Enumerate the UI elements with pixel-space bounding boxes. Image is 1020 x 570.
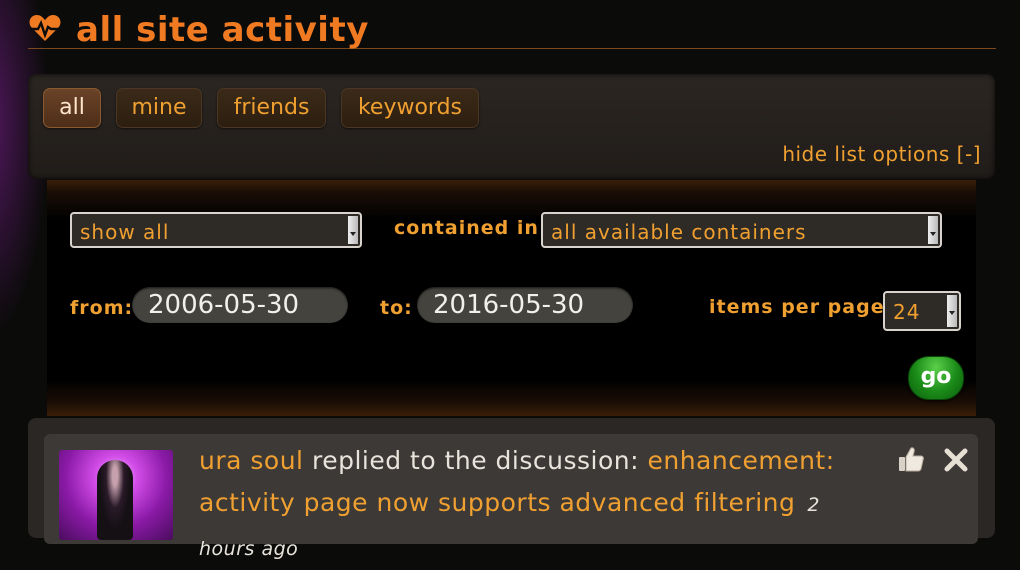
tab-mine[interactable]: mine xyxy=(116,88,202,128)
show-select[interactable]: show all xyxy=(70,212,362,248)
thumbs-up-icon[interactable] xyxy=(896,444,926,474)
page-title: all site activity xyxy=(76,10,369,50)
to-label: to: xyxy=(380,297,413,319)
contained-in-select[interactable]: all available containers xyxy=(541,212,942,248)
chevron-down-icon xyxy=(947,295,957,327)
items-per-page-value: 24 xyxy=(893,300,921,324)
go-button[interactable]: go xyxy=(908,356,964,400)
list-options-panel: all mine friends keywords hide list opti… xyxy=(28,74,995,179)
filter-box: show all contained in: all available con… xyxy=(47,180,976,416)
hide-list-options-link[interactable]: hide list options [-] xyxy=(782,142,981,166)
to-date-input[interactable]: 2016-05-30 xyxy=(417,287,633,323)
activity-text: ura soul replied to the discussion: enha… xyxy=(199,440,879,570)
tab-friends[interactable]: friends xyxy=(217,88,326,128)
page-header: all site activity xyxy=(28,6,996,50)
activity-item: ura soul replied to the discussion: enha… xyxy=(44,434,978,560)
items-per-page-label: items per page: xyxy=(709,296,894,318)
activity-list: ura soul replied to the discussion: enha… xyxy=(28,418,995,560)
tab-keywords[interactable]: keywords xyxy=(341,88,479,128)
contained-in-label: contained in: xyxy=(394,217,548,239)
chevron-down-icon xyxy=(928,216,938,244)
avatar[interactable] xyxy=(59,450,173,540)
avatar-figure xyxy=(97,460,133,540)
chevron-down-icon xyxy=(348,216,358,244)
activity-user-link[interactable]: ura soul xyxy=(199,446,304,475)
contained-in-value: all available containers xyxy=(551,220,807,244)
close-icon[interactable] xyxy=(942,446,970,474)
from-date-input[interactable]: 2006-05-30 xyxy=(132,287,348,323)
items-per-page-select[interactable]: 24 xyxy=(883,291,961,331)
tab-all[interactable]: all xyxy=(43,88,101,128)
from-label: from: xyxy=(70,297,134,319)
show-select-value: show all xyxy=(80,220,170,244)
activity-action: replied to the discussion: xyxy=(303,446,648,475)
heartbeat-icon xyxy=(29,15,61,41)
